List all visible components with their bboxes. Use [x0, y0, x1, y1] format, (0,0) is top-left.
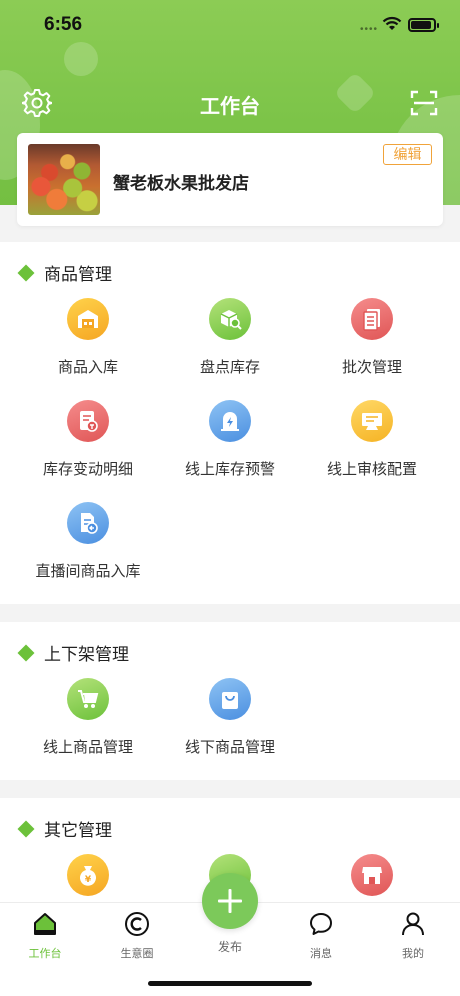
other-item-1[interactable]: ¥ [13, 854, 163, 896]
tab-business-circle[interactable]: 生意圈 [107, 911, 167, 961]
item-label: 线下商品管理 [184, 739, 275, 756]
tab-label: 生意圈 [120, 948, 154, 960]
batch-management-button[interactable]: 批次管理 [297, 298, 447, 377]
tab-mine[interactable]: 我的 [383, 911, 443, 961]
stock-change-icon [67, 400, 109, 442]
status-time: 6:56 [44, 14, 83, 35]
item-label: 线上商品管理 [42, 739, 133, 756]
cart-icon [67, 678, 109, 720]
diamond-bullet-icon [17, 820, 35, 838]
section-title: 其它管理 [17, 816, 112, 841]
shopping-bag-icon [209, 678, 251, 720]
store-photo [28, 144, 100, 215]
publish-plus-button[interactable] [202, 873, 258, 929]
section-title: 商品管理 [17, 260, 112, 285]
chat-bubble-icon [310, 913, 332, 935]
home-icon [34, 913, 56, 935]
signal-icon: •••• [359, 24, 378, 35]
stock-change-detail-button[interactable]: 库存变动明细 [13, 400, 163, 479]
battery-icon [408, 18, 439, 32]
item-label: 直播间商品入库 [35, 563, 141, 580]
online-review-config-button[interactable]: 线上审核配置 [297, 400, 447, 479]
store-card[interactable]: 蟹老板水果批发店 编辑 [17, 133, 443, 226]
home-indicator [148, 981, 312, 986]
user-icon [402, 912, 424, 936]
storefront-icon [351, 854, 393, 896]
store-name: 蟹老板水果批发店 [113, 174, 249, 193]
online-stock-alert-button[interactable]: 线上库存预警 [155, 400, 305, 479]
decor-bubble [64, 42, 98, 76]
tab-workbench[interactable]: 工作台 [15, 911, 75, 961]
inventory-count-button[interactable]: 盘点库存 [155, 298, 305, 377]
diamond-bullet-icon [17, 644, 35, 662]
section-shelf-management: 上下架管理 线上商品管理 线下商品管理 [0, 622, 460, 780]
edit-store-button[interactable]: 编辑 [383, 144, 432, 165]
inventory-search-icon [209, 298, 251, 340]
item-label: 线上审核配置 [326, 461, 417, 478]
diamond-bullet-icon [17, 264, 35, 282]
status-bar: 6:56 •••• [0, 14, 460, 38]
tab-label: 我的 [402, 948, 424, 960]
warehouse-icon [67, 298, 109, 340]
item-label: 批次管理 [341, 359, 402, 376]
item-label: 商品入库 [57, 359, 118, 376]
alert-bell-icon [209, 400, 251, 442]
publish-label: 发布 [217, 940, 242, 954]
product-stock-in-button[interactable]: 商品入库 [13, 298, 163, 377]
copyright-circle-icon [125, 912, 149, 936]
scan-icon[interactable] [410, 89, 438, 117]
item-label: 库存变动明细 [42, 461, 133, 478]
tab-label: 工作台 [28, 948, 62, 960]
other-item-3[interactable] [297, 854, 447, 896]
item-label: 线上库存预警 [184, 461, 275, 478]
section-product-management: 商品管理 商品入库 盘点库存 批次管理 库存变动明细 线上库存预警 线上审核配置… [0, 242, 460, 604]
offline-product-management-button[interactable]: 线下商品管理 [155, 678, 305, 757]
tab-label: 消息 [310, 948, 332, 960]
live-room-stock-in-button[interactable]: 直播间商品入库 [13, 502, 163, 581]
wifi-icon [382, 16, 402, 30]
item-label: 盘点库存 [199, 359, 260, 376]
page-title: 工作台 [200, 96, 260, 118]
svg-text:¥: ¥ [85, 875, 92, 885]
online-product-management-button[interactable]: 线上商品管理 [13, 678, 163, 757]
tab-messages[interactable]: 消息 [291, 911, 351, 961]
review-config-icon [351, 400, 393, 442]
section-title: 上下架管理 [17, 640, 129, 665]
live-product-icon [67, 502, 109, 544]
batch-list-icon [351, 298, 393, 340]
money-bag-icon: ¥ [67, 854, 109, 896]
